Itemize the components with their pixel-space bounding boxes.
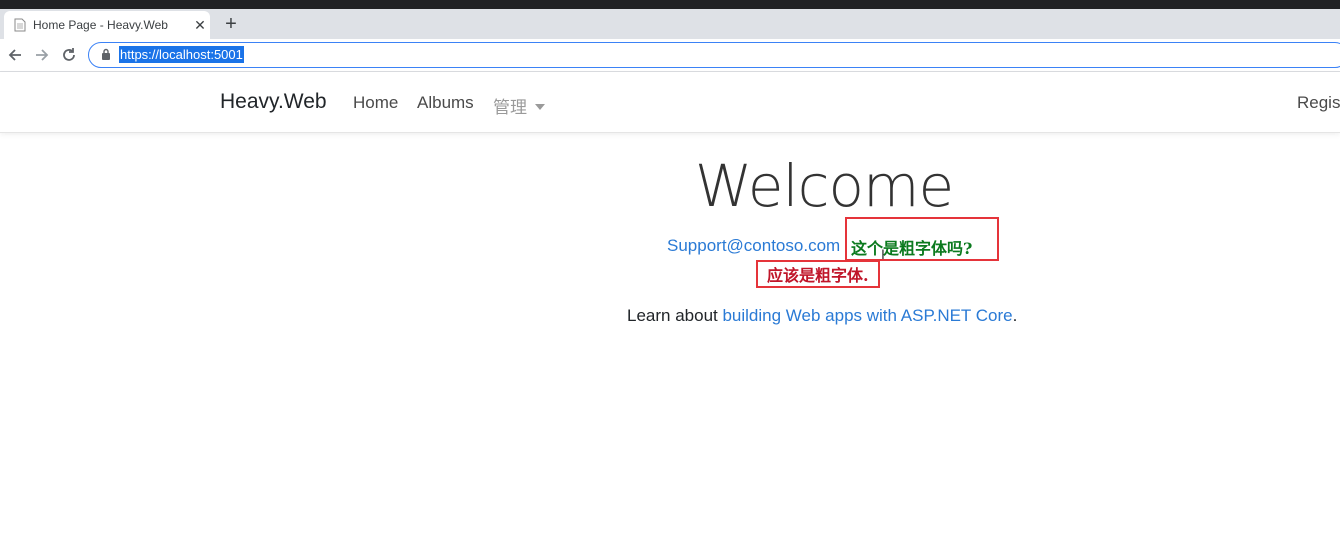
browser-toolbar: https://localhost:5001 xyxy=(0,39,1340,72)
forward-arrow-icon[interactable] xyxy=(31,44,53,66)
aspnet-docs-link[interactable]: building Web apps with ASP.NET Core xyxy=(722,306,1012,325)
site-navbar: Heavy.Web Home Albums 管理 Regist xyxy=(0,72,1340,133)
nav-link-albums[interactable]: Albums xyxy=(417,93,474,113)
nav-dropdown-admin[interactable]: 管理 xyxy=(493,93,545,118)
page-favicon-icon xyxy=(14,18,26,32)
register-link[interactable]: Regist xyxy=(1297,93,1340,113)
lock-icon xyxy=(102,48,110,60)
browser-tab[interactable]: Home Page - Heavy.Web ✕ xyxy=(4,11,210,39)
os-title-strip xyxy=(0,0,1340,9)
welcome-heading: Welcome xyxy=(694,152,954,220)
nav-link-home[interactable]: Home xyxy=(353,93,398,113)
learn-paragraph: Learn about building Web apps with ASP.N… xyxy=(627,306,1017,326)
plus-icon[interactable]: + xyxy=(220,13,242,35)
address-bar[interactable]: https://localhost:5001 xyxy=(88,42,1340,68)
learn-prefix: Learn about xyxy=(627,306,723,325)
support-email-link[interactable]: Support@contoso.com xyxy=(667,236,840,256)
brand-link[interactable]: Heavy.Web xyxy=(220,90,327,114)
highlight-box-answer xyxy=(756,260,880,288)
tab-bar: Home Page - Heavy.Web ✕ + xyxy=(0,9,1340,39)
learn-suffix: . xyxy=(1012,306,1018,325)
highlight-box-question xyxy=(845,217,999,261)
caret-down-icon xyxy=(535,103,545,110)
text-cursor-icon: I xyxy=(881,246,885,262)
url-text[interactable]: https://localhost:5001 xyxy=(119,46,244,63)
nav-dropdown-label: 管理 xyxy=(493,98,527,117)
back-arrow-icon[interactable] xyxy=(4,44,26,66)
tab-title: Home Page - Heavy.Web xyxy=(33,18,168,32)
close-icon[interactable]: ✕ xyxy=(190,15,210,35)
reload-icon[interactable] xyxy=(58,44,80,66)
